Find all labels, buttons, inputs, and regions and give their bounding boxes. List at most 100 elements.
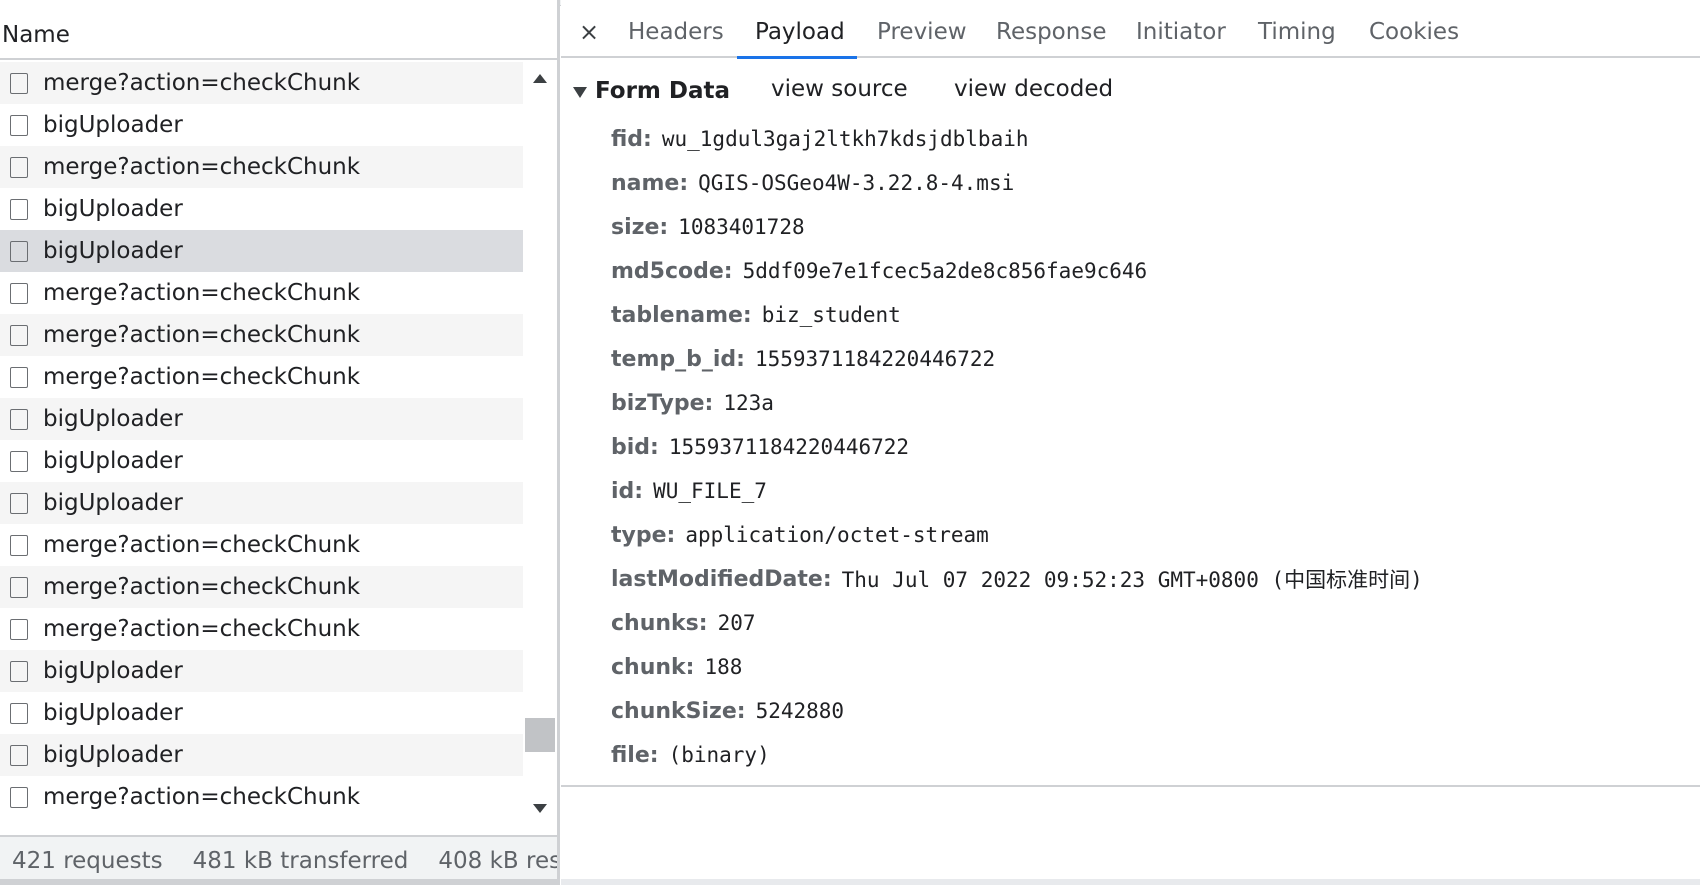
form-field-key: type:: [611, 522, 676, 548]
form-field-value: wu_1gdul3gaj2ltkh7kdsjdblbaih: [661, 127, 1029, 151]
transferred-size: 481 kB transferred: [192, 848, 409, 874]
left-bottom-edge: [0, 879, 560, 885]
table-row[interactable]: merge?action=checkChunk: [0, 776, 523, 818]
form-field-row: tablename: biz_student: [611, 293, 1691, 337]
form-field-key: lastModifiedDate:: [611, 566, 832, 592]
request-checkbox[interactable]: [10, 786, 28, 808]
form-field-row: temp_b_id: 1559371184220446722: [611, 337, 1691, 381]
request-detail-panel: × Headers Payload Preview Response Initi…: [561, 0, 1700, 885]
request-checkbox[interactable]: [10, 618, 28, 640]
name-column-header[interactable]: Name: [0, 6, 557, 60]
bottom-edge: [561, 879, 1700, 885]
view-source-link[interactable]: view source: [771, 76, 908, 102]
request-checkbox[interactable]: [10, 324, 28, 346]
form-field-value: WU_FILE_7: [653, 479, 767, 503]
request-checkbox[interactable]: [10, 114, 28, 136]
table-row[interactable]: bigUploader: [0, 734, 523, 776]
panel-divider: [561, 785, 1700, 787]
form-field-value: 1083401728: [678, 215, 805, 239]
request-name: bigUploader: [43, 196, 183, 222]
request-name: bigUploader: [43, 406, 183, 432]
request-checkbox[interactable]: [10, 450, 28, 472]
request-name: merge?action=checkChunk: [43, 616, 361, 642]
request-list-panel: Name merge?action=checkChunk bigUploader m…: [0, 0, 560, 885]
request-name: bigUploader: [43, 742, 183, 768]
request-checkbox[interactable]: [10, 408, 28, 430]
request-name: merge?action=checkChunk: [43, 154, 361, 180]
table-row[interactable]: merge?action=checkChunk: [0, 608, 523, 650]
close-icon[interactable]: ×: [579, 18, 599, 46]
view-decoded-link[interactable]: view decoded: [954, 76, 1113, 102]
form-field-row: fid: wu_1gdul3gaj2ltkh7kdsjdblbaih: [611, 117, 1691, 161]
tab-initiator[interactable]: Initiator: [1136, 19, 1226, 45]
form-field-row: chunkSize: 5242880: [611, 689, 1691, 733]
form-field-key: size:: [611, 214, 669, 240]
table-row[interactable]: bigUploader: [0, 692, 523, 734]
form-field-value: 5242880: [755, 699, 845, 723]
request-name: bigUploader: [43, 448, 183, 474]
detail-tab-bar: × Headers Payload Preview Response Initi…: [561, 6, 1700, 59]
table-row[interactable]: bigUploader: [0, 650, 523, 692]
request-checkbox[interactable]: [10, 282, 28, 304]
scroll-thumb[interactable]: [525, 718, 555, 752]
request-rows: merge?action=checkChunk bigUploader merge?…: [0, 62, 523, 818]
request-checkbox[interactable]: [10, 492, 28, 514]
request-list-scrollbar[interactable]: [523, 62, 557, 818]
form-field-value: QGIS-OSGeo4W-3.22.8-4.msi: [698, 171, 1015, 195]
form-field-key: tablename:: [611, 302, 752, 328]
form-field-value: 1559371184220446722: [668, 435, 910, 459]
request-checkbox[interactable]: [10, 534, 28, 556]
request-name: merge?action=checkChunk: [43, 364, 361, 390]
table-row[interactable]: merge?action=checkChunk: [0, 62, 523, 104]
tab-response[interactable]: Response: [996, 19, 1106, 45]
table-row[interactable]: merge?action=checkChunk: [0, 314, 523, 356]
table-row[interactable]: merge?action=checkChunk: [0, 524, 523, 566]
table-row[interactable]: merge?action=checkChunk: [0, 146, 523, 188]
table-row[interactable]: bigUploader: [0, 482, 523, 524]
form-field-key: name:: [611, 170, 689, 196]
request-checkbox[interactable]: [10, 576, 28, 598]
form-field-row: type: application/octet-stream: [611, 513, 1691, 557]
tab-payload[interactable]: Payload: [755, 19, 845, 45]
request-checkbox[interactable]: [10, 240, 28, 262]
tab-cookies[interactable]: Cookies: [1369, 19, 1459, 45]
request-checkbox[interactable]: [10, 72, 28, 94]
table-row[interactable]: bigUploader: [0, 440, 523, 482]
request-checkbox[interactable]: [10, 198, 28, 220]
tab-preview[interactable]: Preview: [877, 19, 967, 45]
table-row[interactable]: bigUploader: [0, 398, 523, 440]
form-field-row: name: QGIS-OSGeo4W-3.22.8-4.msi: [611, 161, 1691, 205]
form-field-value: 207: [717, 611, 756, 635]
form-field-row: bid: 1559371184220446722: [611, 425, 1691, 469]
request-name: merge?action=checkChunk: [43, 574, 361, 600]
form-field-value: 1559371184220446722: [754, 347, 996, 371]
form-field-value: Thu Jul 07 2022 09:52:23 GMT+0800 (中国标准时…: [841, 568, 1423, 592]
form-field-key: temp_b_id:: [611, 346, 745, 372]
form-field-key: md5code:: [611, 258, 733, 284]
network-status-bar: 421 requests 481 kB transferred 408 kB r…: [0, 835, 557, 885]
form-field-row: chunks: 207: [611, 601, 1691, 645]
table-row[interactable]: bigUploader: [0, 230, 523, 272]
request-name: merge?action=checkChunk: [43, 70, 361, 96]
table-row[interactable]: bigUploader: [0, 188, 523, 230]
request-checkbox[interactable]: [10, 744, 28, 766]
table-row[interactable]: bigUploader: [0, 104, 523, 146]
form-field-key: file:: [611, 742, 659, 768]
table-row[interactable]: merge?action=checkChunk: [0, 566, 523, 608]
request-checkbox[interactable]: [10, 366, 28, 388]
form-field-value: 123a: [723, 391, 774, 415]
tab-timing[interactable]: Timing: [1258, 19, 1336, 45]
table-row[interactable]: merge?action=checkChunk: [0, 272, 523, 314]
form-data-section-toggle[interactable]: Form Data: [573, 76, 730, 106]
request-name: bigUploader: [43, 490, 183, 516]
form-field-key: chunks:: [611, 610, 708, 636]
request-checkbox[interactable]: [10, 702, 28, 724]
form-field-row: bizType: 123a: [611, 381, 1691, 425]
scroll-up-arrow-icon[interactable]: [533, 74, 547, 83]
form-field-row: id: WU_FILE_7: [611, 469, 1691, 513]
tab-headers[interactable]: Headers: [628, 19, 724, 45]
scroll-down-arrow-icon[interactable]: [533, 804, 547, 813]
request-checkbox[interactable]: [10, 156, 28, 178]
table-row[interactable]: merge?action=checkChunk: [0, 356, 523, 398]
request-checkbox[interactable]: [10, 660, 28, 682]
